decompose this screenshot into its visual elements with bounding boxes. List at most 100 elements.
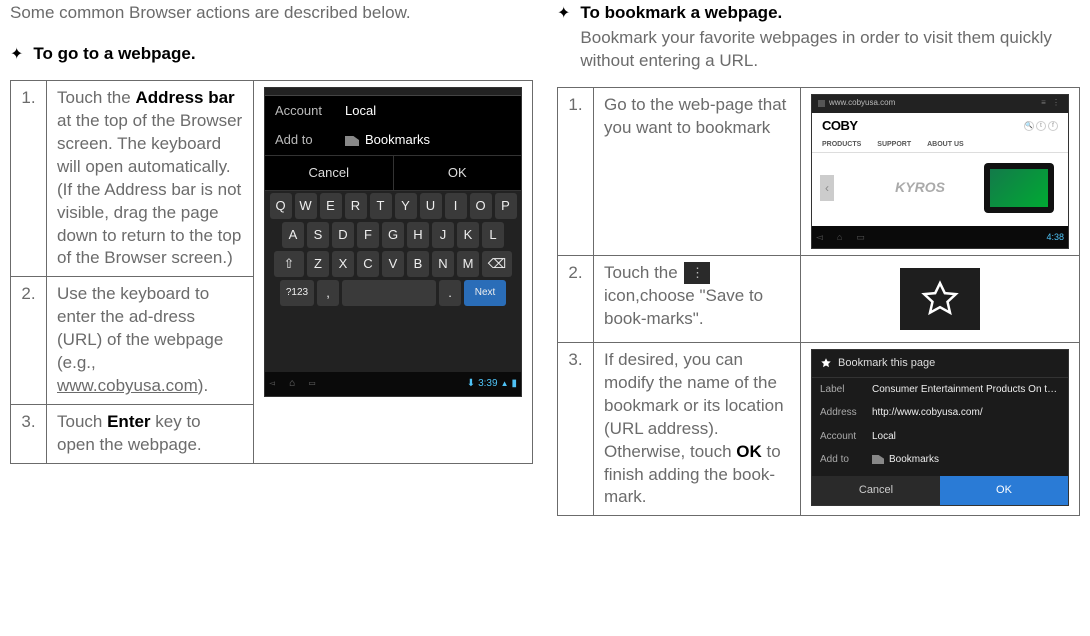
recents-icon[interactable]: ▭ [309,377,315,391]
nav-item[interactable]: SUPPORT [877,140,911,149]
key[interactable]: X [332,251,354,277]
t: at the top of the Browser screen. The ke… [57,111,242,268]
recents-icon[interactable]: ▭ [856,231,865,243]
addto-value: Bookmarks [345,131,430,149]
field-value[interactable]: Bookmarks [872,453,1060,467]
step-text: Touch the Address bar at the top of the … [47,80,254,277]
step-number: 3. [558,342,594,516]
key[interactable]: D [332,222,354,248]
key[interactable]: F [357,222,379,248]
step-number: 2. [558,255,594,342]
t: Touch the [57,88,135,107]
key[interactable]: L [482,222,504,248]
label-row: LabelConsumer Entertainment Products On … [812,378,1068,402]
dot-key[interactable]: . [439,280,461,306]
dialog-title: Bookmark this page [838,356,935,371]
menu-icon[interactable]: ≡ ⋮ [1041,98,1062,109]
key[interactable]: B [407,251,429,277]
t: ). [198,376,208,395]
heading-bookmark-webpage: ✦ To bookmark a webpage. Bookmark your f… [557,2,1080,73]
ok-button[interactable]: OK [940,476,1068,505]
overflow-menu-icon [684,262,710,284]
next-key[interactable]: Next [464,280,506,306]
key[interactable]: I [445,193,467,219]
keyboard-row-3: ⇧ Z X C V B N M ⌫ [267,251,519,277]
step-text: Use the keyboard to enter the ad-dress (… [47,277,254,405]
step-text: Go to the web-page that you want to book… [594,87,801,255]
heading-title: To go to a webpage. [33,43,195,66]
bold: Address bar [135,88,234,107]
cancel-button[interactable]: Cancel [812,476,940,505]
key[interactable]: R [345,193,367,219]
back-icon[interactable]: ◅ [269,377,275,391]
facebook-icon[interactable]: f [1048,121,1058,131]
key[interactable]: S [307,222,329,248]
page-icon [818,100,825,107]
step-number: 3. [11,405,47,464]
ok-button[interactable]: OK [393,156,522,190]
key[interactable]: E [320,193,342,219]
star-icon [820,357,832,369]
key[interactable]: Y [395,193,417,219]
key[interactable]: N [432,251,454,277]
twitter-icon[interactable]: t [1036,121,1046,131]
address-row: Addresshttp://www.cobyusa.com/ [812,401,1068,425]
addto-row: Add toBookmarks [812,448,1068,472]
field-value[interactable]: http://www.cobyusa.com/ [872,406,1060,420]
dialog-buttons: Cancel OK [812,476,1068,505]
cancel-button[interactable]: Cancel [265,156,393,190]
social-icons: 🔍tf [1024,121,1058,131]
key[interactable]: G [382,222,404,248]
account-row: AccountLocal [812,425,1068,449]
key[interactable]: K [457,222,479,248]
key[interactable]: W [295,193,317,219]
space-key[interactable] [342,280,436,306]
screenshot-bookmark-dialog: Bookmark this page LabelConsumer Enterta… [801,342,1080,516]
step-number: 1. [558,87,594,255]
addto-row: Add to Bookmarks [265,125,521,155]
account-row: Account Local [265,96,521,126]
screenshot-keyboard-dialog: Account Local Add to Bookmarks Cancel OK… [254,80,533,463]
key[interactable]: U [420,193,442,219]
field-label: Account [820,430,872,444]
key[interactable]: P [495,193,517,219]
home-icon[interactable]: ⌂ [289,377,295,391]
hero-banner: ‹ KYROS [812,153,1068,223]
key[interactable]: V [382,251,404,277]
addto-label: Add to [275,131,345,149]
chevron-left-icon[interactable]: ‹ [820,175,834,201]
key[interactable]: J [432,222,454,248]
steps-table-right: 1. Go to the web-page that you want to b… [557,87,1080,517]
key[interactable]: O [470,193,492,219]
home-icon[interactable]: ⌂ [837,231,842,243]
back-icon[interactable]: ◅ [816,231,823,243]
bold: OK [736,442,762,461]
key[interactable]: Z [307,251,329,277]
backspace-key[interactable]: ⌫ [482,251,512,277]
system-navbar: ◅ ⌂ ▭ 4:38 [812,226,1068,248]
star-icon-mock [900,268,980,330]
top-strip [265,88,521,96]
key[interactable]: H [407,222,429,248]
key[interactable]: A [282,222,304,248]
account-label: Account [275,102,345,120]
nav-buttons: ◅ ⌂ ▭ [269,377,315,391]
symbols-key[interactable]: ?123 [280,280,314,306]
dialog-title-row: Bookmark this page [812,350,1068,378]
key[interactable]: C [357,251,379,277]
four-point-star-icon: ✦ [10,45,23,66]
screenshot-star-icon [801,255,1080,342]
nav-item[interactable]: ABOUT US [927,140,964,149]
site-nav: PRODUCTS SUPPORT ABOUT US [812,138,1068,152]
field-value[interactable]: Consumer Entertainment Products On the G… [872,383,1060,397]
search-icon[interactable]: 🔍 [1024,121,1034,131]
field-label: Label [820,383,872,397]
key[interactable]: M [457,251,479,277]
dialog-buttons: Cancel OK [265,155,521,191]
shift-key[interactable]: ⇧ [274,251,304,277]
comma-key[interactable]: , [317,280,339,306]
key[interactable]: T [370,193,392,219]
field-value[interactable]: Local [872,430,1060,444]
nav-item[interactable]: PRODUCTS [822,140,861,149]
key[interactable]: Q [270,193,292,219]
